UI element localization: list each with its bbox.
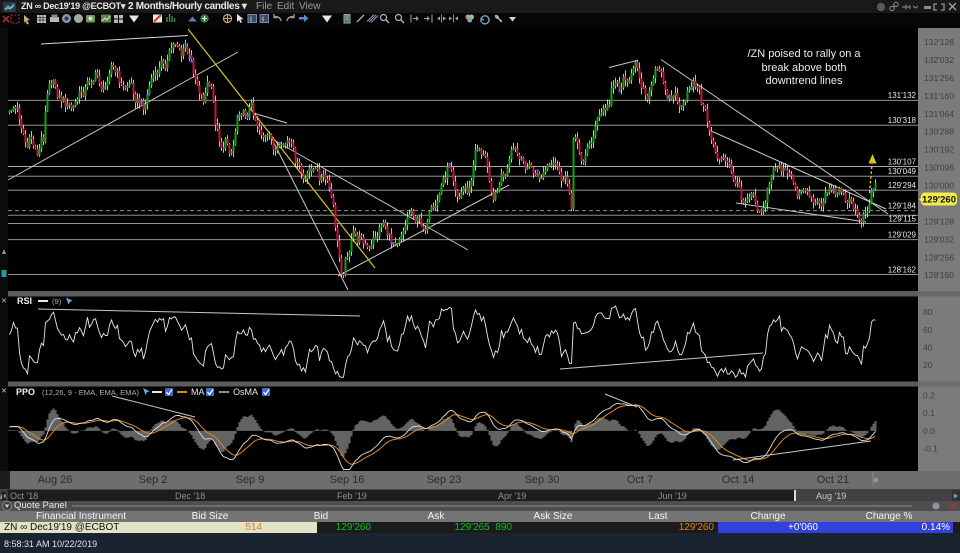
svg-text:✕: ✕ bbox=[1, 388, 7, 395]
svg-text:PPO: PPO bbox=[16, 387, 35, 397]
svg-text:0.2: 0.2 bbox=[923, 391, 935, 401]
svg-text:-0.1: -0.1 bbox=[923, 444, 938, 454]
svg-text:130'192: 130'192 bbox=[924, 145, 954, 155]
svg-text:131'160: 131'160 bbox=[924, 91, 954, 101]
svg-text:129'115: 129'115 bbox=[888, 214, 916, 223]
svg-text:(9): (9) bbox=[52, 297, 62, 306]
svg-text:128'256: 128'256 bbox=[924, 252, 954, 262]
svg-text:40: 40 bbox=[923, 342, 933, 352]
svg-text:128'162: 128'162 bbox=[888, 265, 917, 274]
svg-text:0.0: 0.0 bbox=[923, 426, 935, 436]
svg-text:downtrend lines: downtrend lines bbox=[765, 75, 843, 87]
svg-text:RSI: RSI bbox=[17, 296, 32, 306]
svg-text:break above both: break above both bbox=[761, 62, 846, 74]
svg-text:130'107: 130'107 bbox=[888, 157, 917, 166]
svg-text:131'256: 131'256 bbox=[924, 73, 954, 83]
svg-text:60: 60 bbox=[923, 325, 933, 335]
svg-text:/ZN poised to rally on a: /ZN poised to rally on a bbox=[747, 48, 861, 60]
svg-text:129'184: 129'184 bbox=[888, 202, 917, 211]
svg-text:130'049: 130'049 bbox=[888, 167, 917, 176]
svg-text:(12,26, 9 - EMA, EMA, EMA): (12,26, 9 - EMA, EMA, EMA) bbox=[42, 388, 140, 397]
svg-text:131'064: 131'064 bbox=[924, 109, 954, 119]
svg-text:80: 80 bbox=[923, 307, 933, 317]
svg-text:0.1: 0.1 bbox=[923, 408, 935, 418]
svg-text:✕: ✕ bbox=[1, 298, 7, 305]
svg-text:129'029: 129'029 bbox=[888, 231, 917, 240]
svg-text:130'318: 130'318 bbox=[888, 116, 917, 125]
svg-text:132'032: 132'032 bbox=[924, 55, 954, 65]
svg-text:MA: MA bbox=[191, 387, 205, 397]
svg-text:130'288: 130'288 bbox=[924, 127, 954, 137]
svg-text:129'260: 129'260 bbox=[922, 195, 956, 206]
svg-text:128'160: 128'160 bbox=[924, 270, 954, 280]
svg-text:129'032: 129'032 bbox=[924, 234, 954, 244]
svg-text:I: I bbox=[250, 17, 252, 24]
svg-text:132'128: 132'128 bbox=[924, 37, 954, 47]
svg-text:130'000: 130'000 bbox=[924, 181, 954, 191]
svg-text:20: 20 bbox=[923, 360, 933, 370]
svg-text:131'132: 131'132 bbox=[888, 91, 917, 100]
svg-text:129'128: 129'128 bbox=[924, 216, 954, 226]
svg-text:130'096: 130'096 bbox=[924, 163, 954, 173]
svg-text:OsMA: OsMA bbox=[233, 387, 258, 397]
svg-text:I: I bbox=[262, 17, 264, 24]
svg-text:129'294: 129'294 bbox=[888, 181, 917, 190]
